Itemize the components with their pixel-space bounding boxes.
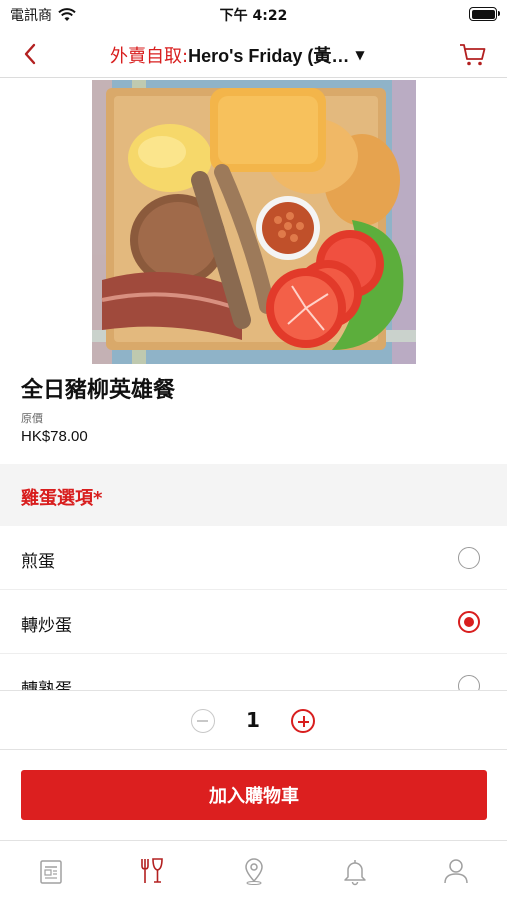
tab-bar	[0, 840, 507, 900]
radio-button-selected[interactable]	[458, 611, 480, 633]
clock: 下午 4:22	[219, 8, 288, 24]
cart-button[interactable]	[457, 38, 489, 70]
radio-button[interactable]	[458, 547, 480, 569]
increase-quantity-button[interactable]	[291, 709, 315, 733]
tab-notifications[interactable]	[304, 841, 405, 900]
option-scrambled-egg[interactable]: 轉炒蛋	[0, 590, 507, 654]
dropdown-caret-icon: ▼	[355, 48, 365, 62]
egg-options-title: 雞蛋選項*	[21, 488, 103, 509]
egg-options-list: 煎蛋 轉炒蛋 轉熟蛋	[0, 526, 507, 690]
product-photo	[92, 80, 416, 364]
option-label: 煎蛋	[21, 552, 55, 572]
option-boiled-egg[interactable]: 轉熟蛋	[0, 654, 507, 690]
back-button[interactable]	[14, 38, 46, 70]
nav-bar: 外賣自取: Hero's Friday (黃… ▼	[0, 30, 507, 78]
quantity-stepper: 1	[0, 690, 507, 750]
price-value: HK$78.00	[21, 428, 88, 445]
bell-icon	[344, 859, 366, 885]
option-fried-egg[interactable]: 煎蛋	[0, 526, 507, 590]
price-label: 原價	[21, 412, 43, 425]
option-label: 轉炒蛋	[21, 616, 72, 636]
shopping-cart-icon	[460, 44, 486, 66]
location-pin-icon	[244, 857, 263, 885]
status-bar: 電訊商 下午 4:22	[0, 0, 507, 30]
quantity-value: 1	[246, 708, 260, 732]
store-name: Hero's Friday (黃…	[188, 46, 350, 66]
profile-icon	[444, 858, 469, 883]
tab-menu[interactable]	[101, 841, 202, 900]
chevron-left-icon	[24, 43, 36, 65]
tab-news[interactable]	[0, 841, 101, 900]
product-name: 全日豬柳英雄餐	[21, 378, 176, 403]
add-to-cart-button[interactable]: 加入購物車	[21, 770, 487, 820]
decrease-quantity-button[interactable]	[191, 709, 215, 733]
battery-icon	[469, 7, 500, 21]
option-label: 轉熟蛋	[21, 680, 72, 690]
news-icon	[39, 859, 62, 884]
tab-profile[interactable]	[406, 841, 507, 900]
dining-icon	[141, 857, 163, 883]
store-selector[interactable]: 外賣自取: Hero's Friday (黃… ▼	[110, 42, 365, 68]
egg-options-header: 雞蛋選項*	[0, 464, 507, 526]
tab-locations[interactable]	[203, 841, 304, 900]
order-mode-label: 外賣自取:	[110, 46, 189, 67]
radio-button[interactable]	[458, 675, 480, 690]
